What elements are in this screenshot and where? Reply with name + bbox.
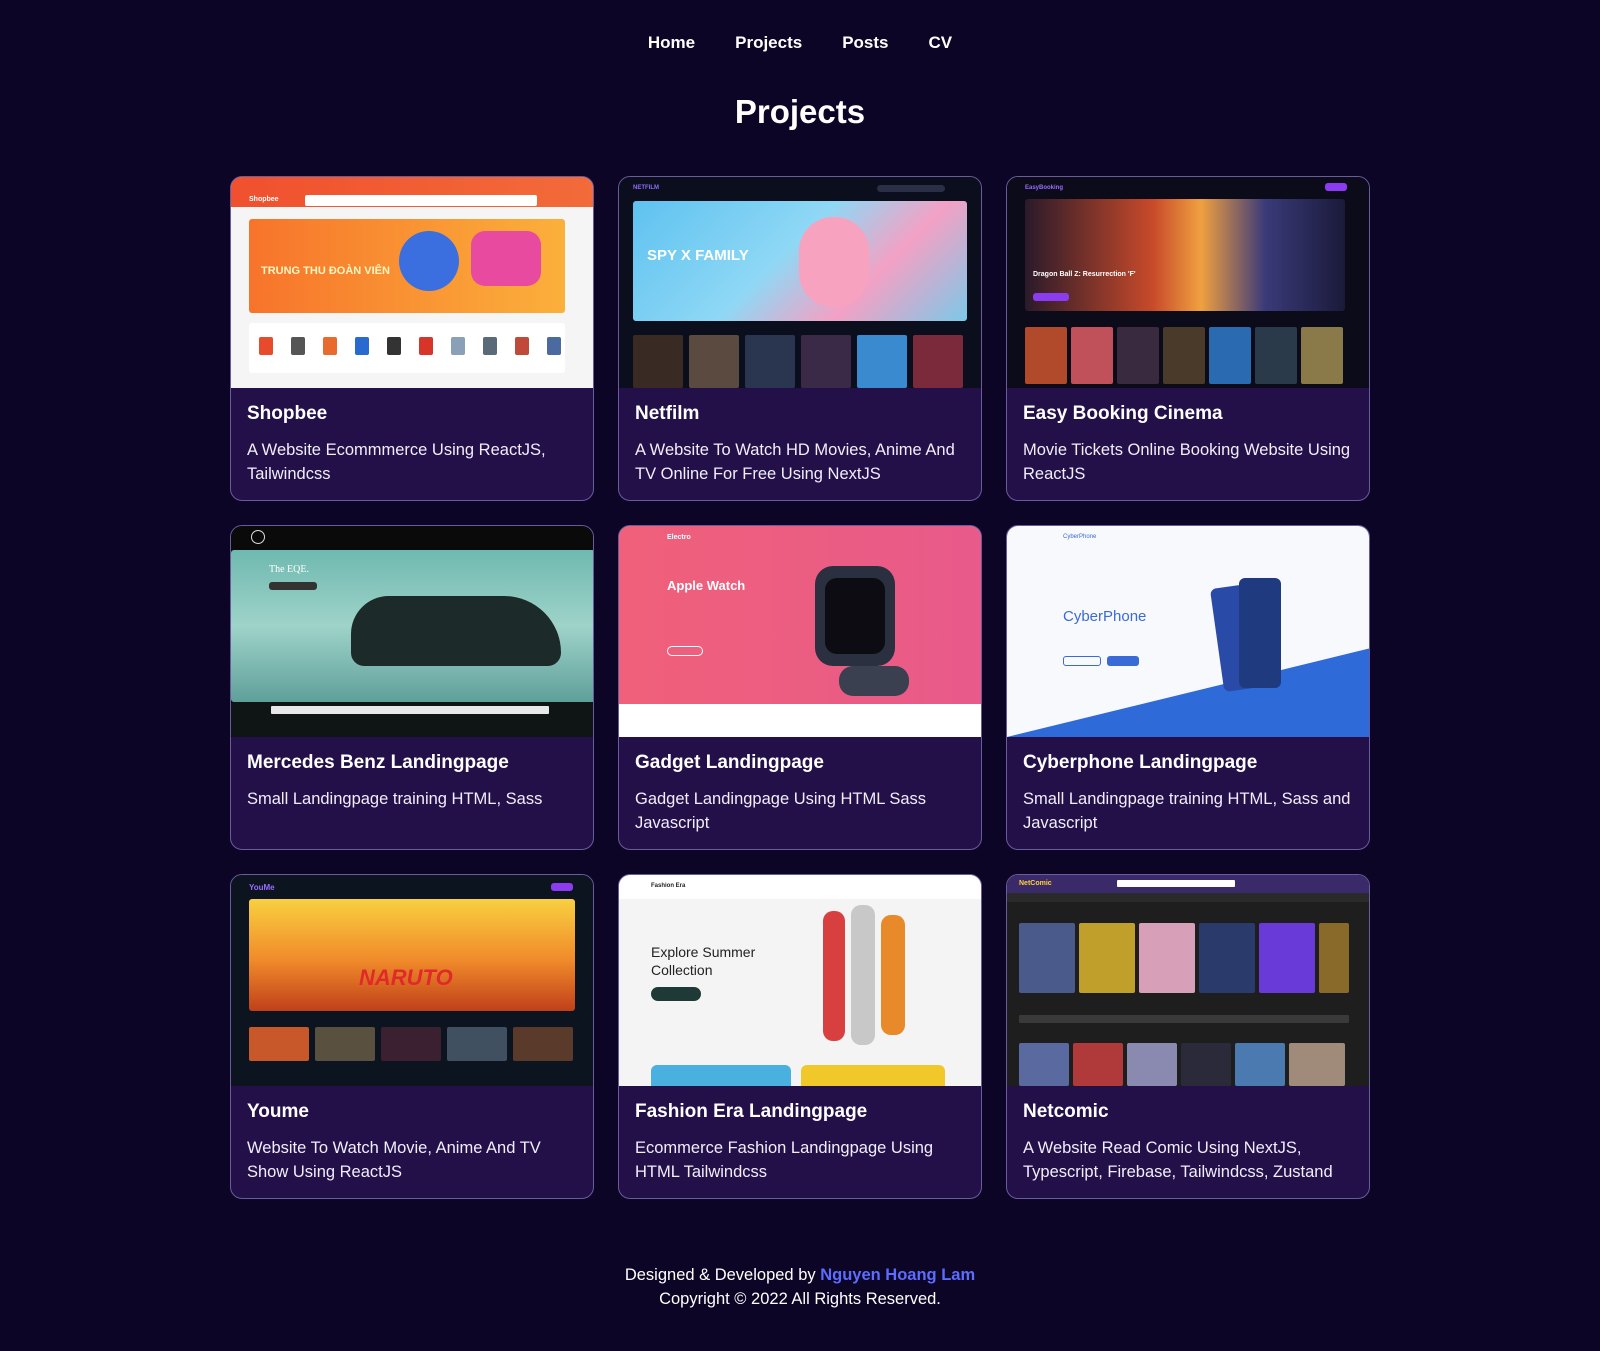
- project-card[interactable]: EasyBooking Dragon Ball Z: Resurrection …: [1006, 176, 1370, 501]
- project-title: Easy Booking Cinema: [1023, 403, 1223, 424]
- project-thumbnail: EasyBooking Dragon Ball Z: Resurrection …: [1007, 177, 1369, 388]
- project-title: Gadget Landingpage: [635, 752, 824, 773]
- project-title: Shopbee: [247, 403, 328, 424]
- project-title: Fashion Era Landingpage: [635, 1101, 868, 1122]
- project-thumbnail: NetComic: [1007, 875, 1369, 1086]
- project-card[interactable]: CyberPhone CyberPhone Cyberphone Landing…: [1006, 525, 1370, 850]
- project-title: Mercedes Benz Landingpage: [247, 752, 509, 773]
- thumbnail-brand: Shopbee: [249, 196, 279, 203]
- project-description: Gadget Landingpage Using HTML Sass Javas…: [635, 790, 927, 832]
- thumbnail-headline: Explore Summer Collection: [651, 944, 756, 978]
- nav-projects-link[interactable]: Projects: [735, 30, 802, 56]
- thumbnail-brand: Electro: [667, 534, 691, 541]
- footer-copyright: Copyright © 2022 All Rights Reserved.: [659, 1290, 941, 1308]
- project-thumbnail: Shopbee TRUNG THU ĐOÀN VIÊN: [231, 177, 593, 388]
- blue-wave-shape: [1007, 648, 1369, 737]
- project-title: Cyberphone Landingpage: [1023, 752, 1258, 773]
- main-nav: Home Projects Posts CV: [0, 30, 1600, 56]
- project-title: Netcomic: [1023, 1101, 1109, 1122]
- project-title: Netfilm: [635, 403, 700, 424]
- thumbnail-brand: EasyBooking: [1025, 185, 1064, 191]
- footer-credit-prefix: Designed & Developed by: [624, 1266, 816, 1284]
- project-card[interactable]: The EQE. Mercedes Benz Landingpage Small…: [230, 525, 594, 850]
- thumbnail-headline: Apple Watch: [667, 578, 746, 593]
- project-description: A Website Read Comic Using NextJS, Types…: [1023, 1139, 1333, 1181]
- project-description: Ecommerce Fashion Landingpage Using HTML…: [635, 1139, 934, 1181]
- project-thumbnail: YouMe NARUTO: [231, 875, 593, 1086]
- project-card[interactable]: Fashion Era Explore Summer Collection Fa…: [618, 874, 982, 1199]
- thumbnail-brand: Fashion Era: [651, 883, 686, 889]
- footer: Designed & Developed by Nguyen Hoang Lam…: [0, 1263, 1600, 1311]
- nav-home-link[interactable]: Home: [648, 30, 695, 56]
- project-description: Website To Watch Movie, Anime And TV Sho…: [247, 1139, 541, 1181]
- project-card[interactable]: Shopbee TRUNG THU ĐOÀN VIÊN Shopbee A We…: [230, 176, 594, 501]
- project-description: A Website Ecommmerce Using ReactJS, Tail…: [247, 441, 546, 483]
- project-card[interactable]: Electro Apple Watch Gadget Landingpage G…: [618, 525, 982, 850]
- thumbnail-brand: YouMe: [249, 883, 275, 892]
- project-title: Youme: [247, 1101, 309, 1122]
- project-thumbnail: CyberPhone CyberPhone: [1007, 526, 1369, 737]
- footer-credit: Designed & Developed by Nguyen Hoang Lam: [0, 1263, 1600, 1287]
- project-thumbnail: Electro Apple Watch: [619, 526, 981, 737]
- thumbnail-headline: TRUNG THU ĐOÀN VIÊN: [261, 265, 390, 277]
- thumbnail-brand: NETFILM: [633, 185, 659, 191]
- project-thumbnail: The EQE.: [231, 526, 593, 737]
- project-description: Small Landingpage training HTML, Sass: [247, 790, 543, 808]
- thumbnail-headline: The EQE.: [269, 564, 309, 575]
- nav-posts-link[interactable]: Posts: [842, 30, 888, 56]
- thumbnail-brand: NetComic: [1019, 880, 1052, 887]
- project-description: Movie Tickets Online Booking Website Usi…: [1023, 441, 1351, 483]
- project-thumbnail: NETFILM SPY X FAMILY: [619, 177, 981, 388]
- projects-grid: Shopbee TRUNG THU ĐOÀN VIÊN Shopbee A We…: [230, 176, 1370, 1199]
- project-card[interactable]: NETFILM SPY X FAMILY Netfilm A Website T…: [618, 176, 982, 501]
- author-link[interactable]: Nguyen Hoang Lam: [820, 1266, 975, 1284]
- project-description: A Website To Watch HD Movies, Anime And …: [635, 441, 955, 483]
- project-card[interactable]: NetComic Netcomic A Website Read Comic U…: [1006, 874, 1370, 1199]
- project-card[interactable]: YouMe NARUTO Youme Website To Watch Movi…: [230, 874, 594, 1199]
- thumbnail-headline: SPY X FAMILY: [647, 247, 749, 264]
- thumbnail-headline: Dragon Ball Z: Resurrection 'F': [1033, 271, 1136, 278]
- page-title: Projects: [734, 93, 866, 130]
- thumbnail-headline: NARUTO: [359, 965, 453, 990]
- nav-cv-link[interactable]: CV: [929, 30, 953, 56]
- project-thumbnail: Fashion Era Explore Summer Collection: [619, 875, 981, 1086]
- project-description: Small Landingpage training HTML, Sass an…: [1023, 790, 1351, 832]
